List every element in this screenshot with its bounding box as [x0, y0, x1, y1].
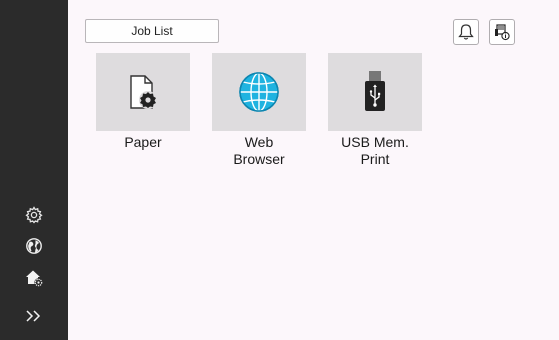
bell-icon[interactable]: [453, 19, 479, 45]
expand-chevron-icon[interactable]: [22, 304, 46, 328]
left-sidebar: [0, 0, 68, 340]
language-globe-icon[interactable]: [22, 234, 46, 258]
app-label: USB Mem. Print: [341, 134, 409, 167]
paper-settings-icon: [96, 53, 190, 131]
job-list-button[interactable]: Job List: [85, 19, 219, 43]
usb-drive-icon: [328, 53, 422, 131]
app-label: Web Browser: [233, 134, 285, 167]
settings-gear-icon[interactable]: [22, 203, 46, 227]
app-tile-paper[interactable]: Paper: [96, 53, 190, 151]
globe-icon: [212, 53, 306, 131]
app-tile-web-browser[interactable]: Web Browser: [212, 53, 306, 168]
device-info-icon[interactable]: [489, 19, 515, 45]
app-label: Paper: [124, 134, 162, 150]
home-settings-icon[interactable]: [22, 266, 46, 290]
app-tile-usb-print[interactable]: USB Mem. Print: [328, 53, 422, 168]
home-screen: Job List Paper Web Browser USB Mem. Prin…: [68, 0, 559, 340]
